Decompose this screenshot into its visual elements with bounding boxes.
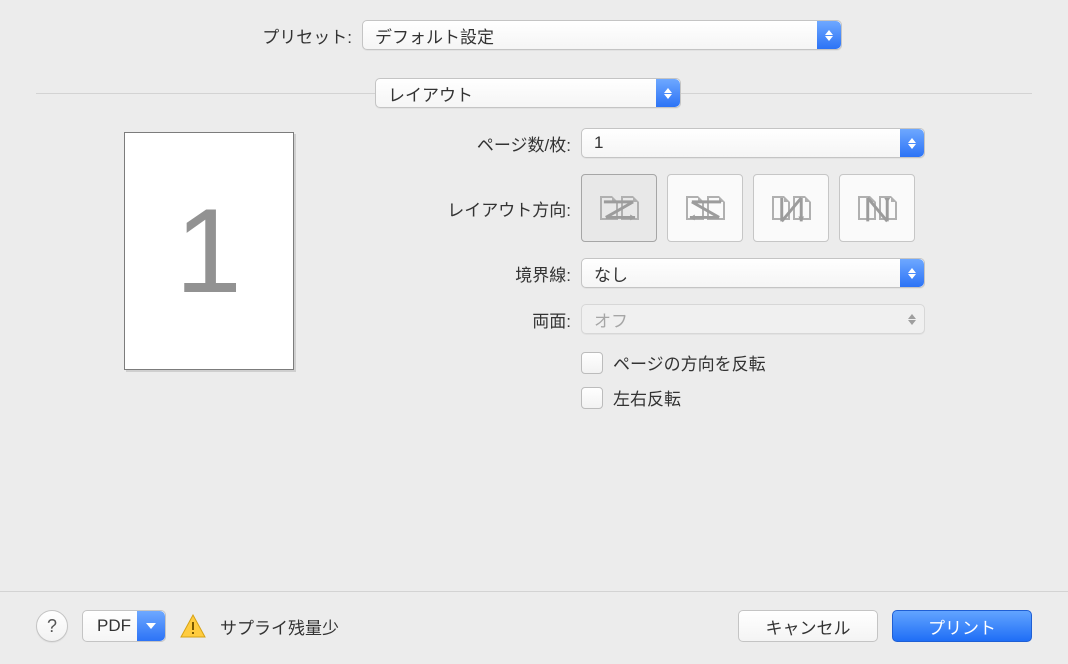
pages-per-sheet-label: ページ数/枚:: [381, 131, 581, 156]
pages-per-sheet-value: 1: [594, 133, 603, 153]
reverse-orientation-checkbox[interactable]: [581, 352, 603, 374]
layout-direction-option-2[interactable]: [667, 174, 743, 242]
warning-icon: [180, 614, 206, 638]
reverse-orientation-label: ページの方向を反転: [613, 350, 766, 375]
layout-direction-option-3[interactable]: [753, 174, 829, 242]
preview-page-number: 1: [175, 182, 242, 320]
border-label: 境界線:: [381, 261, 581, 286]
supply-low-label: サプライ残量少: [220, 614, 339, 639]
pages-per-sheet-select[interactable]: 1: [581, 128, 925, 158]
flip-horizontal-label: 左右反転: [613, 385, 681, 410]
border-select[interactable]: なし: [581, 258, 925, 288]
preset-value: デフォルト設定: [375, 23, 494, 48]
print-button[interactable]: プリント: [892, 610, 1032, 642]
preset-label: プリセット:: [0, 23, 362, 48]
section-value: レイアウト: [388, 81, 473, 106]
chevron-down-icon: [137, 611, 165, 641]
updown-icon: [900, 129, 924, 157]
pdf-dropdown[interactable]: PDF: [82, 610, 166, 642]
updown-icon: [900, 305, 924, 333]
layout-direction-option-1[interactable]: [581, 174, 657, 242]
page-preview: 1: [124, 132, 294, 370]
updown-icon: [817, 21, 841, 49]
print-label: プリント: [928, 614, 996, 639]
help-icon: ?: [47, 616, 57, 637]
layout-direction-label: レイアウト方向:: [381, 196, 581, 221]
layout-direction-option-4[interactable]: [839, 174, 915, 242]
two-sided-label: 両面:: [381, 307, 581, 332]
pdf-label: PDF: [97, 616, 131, 636]
two-sided-value: オフ: [594, 307, 628, 332]
preset-select[interactable]: デフォルト設定: [362, 20, 842, 50]
two-sided-select: オフ: [581, 304, 925, 334]
border-value: なし: [594, 261, 628, 286]
help-button[interactable]: ?: [36, 610, 68, 642]
flip-horizontal-checkbox[interactable]: [581, 387, 603, 409]
cancel-label: キャンセル: [766, 614, 851, 639]
updown-icon: [900, 259, 924, 287]
section-select[interactable]: レイアウト: [375, 78, 681, 108]
cancel-button[interactable]: キャンセル: [738, 610, 878, 642]
updown-icon: [656, 79, 680, 107]
